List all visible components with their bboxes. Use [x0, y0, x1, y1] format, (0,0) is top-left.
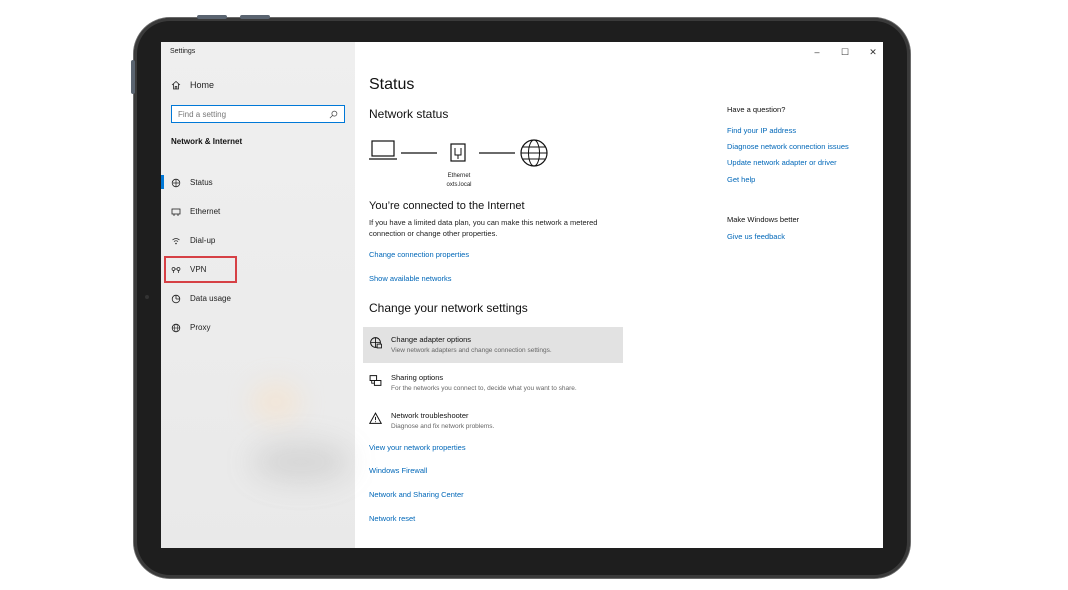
change-connection-properties-link[interactable]: Change connection properties	[369, 250, 469, 259]
feedback-link[interactable]: Give us feedback	[727, 232, 785, 241]
option-title: Network troubleshooter	[391, 411, 469, 420]
adapter-icon	[370, 337, 382, 349]
main-content: Status Network status Ethernet oxts.loca…	[363, 42, 689, 548]
section-title: Network & Internet	[171, 137, 243, 146]
network-name: oxts.local	[446, 182, 472, 188]
diagnose-link[interactable]: Diagnose network connection issues	[727, 142, 849, 151]
proxy-icon	[171, 323, 181, 332]
sidebar-item-vpn[interactable]: VPN	[163, 255, 238, 284]
sidebar-item-label: VPN	[190, 265, 207, 274]
sidebar-item-label: Proxy	[190, 323, 211, 332]
view-network-properties-link[interactable]: View your network properties	[369, 443, 466, 452]
windows-firewall-link[interactable]: Windows Firewall	[369, 466, 427, 475]
sharing-icon	[369, 375, 382, 386]
dialup-icon	[172, 237, 180, 244]
sidebar-item-status[interactable]: Status	[161, 168, 355, 197]
search-placeholder: Find a setting	[178, 109, 227, 119]
blurred-background	[251, 442, 351, 482]
globe-icon	[520, 139, 548, 167]
network-status-heading: Network status	[369, 107, 449, 121]
sidebar-item-ethernet[interactable]: Ethernet	[161, 197, 355, 226]
option-title: Sharing options	[391, 373, 444, 382]
sidebar-item-label: Data usage	[190, 294, 231, 303]
search-input[interactable]: Find a setting	[171, 105, 345, 123]
get-help-link[interactable]: Get help	[727, 175, 755, 184]
find-ip-link[interactable]: Find your IP address	[727, 126, 796, 135]
option-text: Sharing options For the networks you con…	[391, 373, 577, 392]
data-usage-icon	[171, 294, 181, 303]
ethernet-icon	[171, 208, 181, 216]
adapter-name: Ethernet	[447, 173, 471, 179]
change-settings-heading: Change your network settings	[369, 301, 528, 315]
status-icon	[171, 178, 181, 187]
adapter-label: Ethernet oxts.local	[429, 172, 489, 190]
tablet-camera	[145, 295, 149, 299]
option-text: Change adapter options View network adap…	[391, 335, 552, 354]
network-sharing-center-link[interactable]: Network and Sharing Center	[369, 490, 464, 499]
sidebar-item-data-usage[interactable]: Data usage	[161, 284, 355, 313]
settings-window: Settings Home Find a setting Network & I…	[161, 42, 883, 548]
option-subtitle: Diagnose and fix network problems.	[391, 423, 495, 430]
sidebar-item-dialup[interactable]: Dial-up	[161, 226, 355, 255]
blurred-background	[251, 382, 301, 422]
home-icon	[171, 80, 181, 90]
option-text: Network troubleshooter Diagnose and fix …	[391, 411, 494, 430]
connected-description: If you have a limited data plan, you can…	[369, 218, 598, 238]
computer-icon	[369, 140, 397, 160]
show-available-networks-link[interactable]: Show available networks	[369, 274, 452, 283]
sharing-options-button[interactable]: Sharing options For the networks you con…	[363, 365, 623, 401]
change-adapter-options-button[interactable]: Change adapter options View network adap…	[363, 327, 623, 363]
connected-heading: You’re connected to the Internet	[369, 200, 525, 212]
option-subtitle: For the networks you connect to, decide …	[391, 385, 577, 392]
network-troubleshooter-button[interactable]: Network troubleshooter Diagnose and fix …	[363, 403, 623, 439]
sidebar-nav: Status Ethernet Dial-up VPN Data usage P…	[161, 168, 355, 342]
sidebar-item-label: Dial-up	[190, 236, 216, 245]
option-title: Change adapter options	[391, 335, 472, 344]
make-windows-better-heading: Make Windows better	[727, 215, 800, 224]
search-icon	[329, 110, 338, 118]
ethernet-port-icon	[450, 143, 466, 162]
minimize-button[interactable]: –	[807, 46, 827, 58]
app-title: Settings	[170, 48, 196, 55]
home-nav-item[interactable]: Home	[171, 80, 214, 90]
tablet-volume-button	[197, 15, 227, 19]
sidebar: Settings Home Find a setting Network & I…	[161, 42, 355, 548]
update-driver-link[interactable]: Update network adapter or driver	[727, 158, 837, 167]
sidebar-item-label: Status	[190, 178, 213, 187]
home-label: Home	[190, 80, 215, 90]
option-subtitle: View network adapters and change connect…	[391, 347, 552, 354]
warning-icon	[369, 412, 382, 424]
question-heading: Have a question?	[727, 105, 786, 114]
sidebar-item-proxy[interactable]: Proxy	[161, 313, 355, 342]
maximize-button[interactable]: ☐	[835, 46, 855, 58]
tablet-side-button	[131, 60, 135, 94]
vpn-icon	[171, 266, 181, 273]
page-title: Status	[369, 76, 415, 93]
network-reset-link[interactable]: Network reset	[369, 514, 415, 523]
tablet-volume-button	[240, 15, 270, 19]
sidebar-item-label: Ethernet	[190, 207, 221, 216]
close-button[interactable]: ✕	[863, 46, 883, 58]
